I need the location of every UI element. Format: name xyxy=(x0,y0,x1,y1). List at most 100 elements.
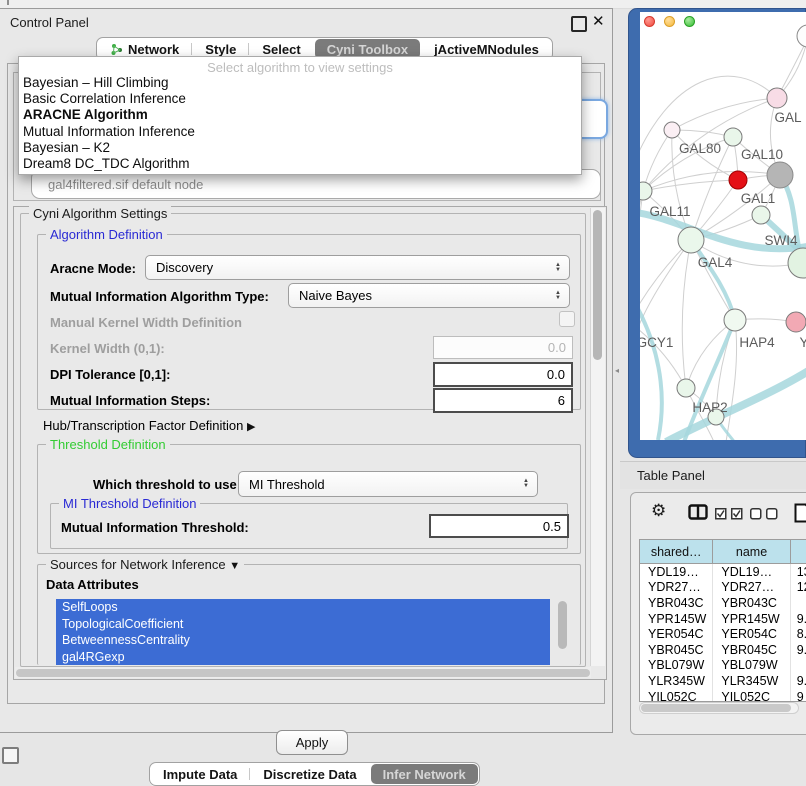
cyni-bottom-tabbar: Impute DataDiscretize DataInfer Network xyxy=(149,762,480,786)
network-node-gal1[interactable] xyxy=(729,171,747,189)
table-cell: 9. xyxy=(791,611,806,627)
tab-infer-network[interactable]: Infer Network xyxy=(371,764,478,784)
scrollbar-thumb[interactable] xyxy=(593,210,602,360)
table-row[interactable]: YER054CYER054C8. xyxy=(640,626,806,642)
algorithm-option[interactable]: Dream8 DC_TDC Algorithm xyxy=(19,156,581,172)
table-row[interactable]: YIL052CYIL052C9 xyxy=(640,689,806,702)
combo-stepper-icon: ▲▼ xyxy=(523,479,529,489)
tab-impute-data[interactable]: Impute Data xyxy=(151,764,249,784)
select-all-checkboxes-icon[interactable] xyxy=(715,507,743,525)
column-header[interactable]: name xyxy=(713,540,790,564)
panel-divider-handle[interactable]: ◂ xyxy=(615,366,620,375)
network-node-swi4[interactable] xyxy=(752,206,770,224)
dpi-tolerance-field[interactable]: 0.0 xyxy=(433,362,573,387)
threshold-definition-title: Threshold Definition xyxy=(46,437,170,452)
column-layout-icon[interactable] xyxy=(688,504,708,525)
table-cell: YPR145W xyxy=(640,611,713,627)
table-row[interactable]: YLR345WYLR345W9. xyxy=(640,673,806,689)
algorithm-option[interactable]: ARACNE Algorithm xyxy=(19,107,581,123)
scrollbar-thumb[interactable] xyxy=(16,669,590,677)
algorithm-option[interactable]: Mutual Information Inference xyxy=(19,124,581,140)
table-horizontal-scrollbar[interactable] xyxy=(639,702,799,714)
hub-definition-expander[interactable]: Hub/Transcription Factor Definition ▶ xyxy=(43,418,255,433)
float-window-icon[interactable] xyxy=(571,16,587,32)
algorithm-definition-title: Algorithm Definition xyxy=(46,227,167,242)
control-panel-title: Control Panel xyxy=(10,15,89,30)
network-node[interactable] xyxy=(767,162,793,188)
gear-icon[interactable]: ⚙ xyxy=(651,501,666,521)
settings-vertical-scrollbar[interactable] xyxy=(590,208,605,666)
node-label: GAL80 xyxy=(679,141,721,156)
column-header[interactable]: A xyxy=(791,540,806,564)
tab-label: Style xyxy=(205,42,236,57)
node-label: GAL10 xyxy=(741,147,783,162)
algorithm-option[interactable]: Bayesian – Hill Climbing xyxy=(19,75,581,91)
table-row[interactable]: YBR043CYBR043C xyxy=(640,595,806,611)
data-attribute-item[interactable]: gal4RGexp xyxy=(56,649,550,666)
minimized-panel-icon[interactable] xyxy=(2,747,19,764)
apply-button[interactable]: Apply xyxy=(276,730,348,755)
node-label: HAP4 xyxy=(739,335,775,350)
network-node-hap4[interactable] xyxy=(724,309,746,331)
network-node-gal[interactable] xyxy=(767,88,787,108)
table-cell xyxy=(791,595,806,611)
network-node-hap2[interactable] xyxy=(677,379,695,397)
network-node-gal80[interactable] xyxy=(664,122,680,138)
network-selector-value: gal4filtered.sif default node xyxy=(48,177,203,192)
network-canvas[interactable]: GALGAL80GAL10GAL1GAL11SWI4GAL4GCY1HAP4YH… xyxy=(640,12,806,440)
mi-threshold-field[interactable]: 0.5 xyxy=(429,514,569,538)
sources-group-title[interactable]: Sources for Network Inference ▼ xyxy=(46,557,244,572)
table-cell: YER054C xyxy=(640,626,713,642)
table-row[interactable]: YBR045CYBR045C9. xyxy=(640,642,806,658)
network-edge xyxy=(682,240,691,388)
mi-type-combobox[interactable]: Naive Bayes ▲▼ xyxy=(288,283,570,308)
algorithm-option[interactable]: Basic Correlation Inference xyxy=(19,91,581,107)
algorithm-option[interactable]: Bayesian – K2 xyxy=(19,140,581,156)
which-threshold-value: MI Threshold xyxy=(249,477,325,492)
network-edge xyxy=(691,240,735,320)
tab-discretize-data[interactable]: Discretize Data xyxy=(251,764,368,784)
cyni-algorithm-settings-group: Cyni Algorithm Settings Algorithm Defini… xyxy=(20,213,586,667)
algorithm-definition-group: Algorithm Definition Aracne Mode: Discov… xyxy=(37,234,581,410)
application-window: { "icons": { "expander_collapsed": "▶", … xyxy=(0,0,806,762)
network-view-window: GALGAL80GAL10GAL1GAL11SWI4GAL4GCY1HAP4YH… xyxy=(628,8,806,458)
settings-scrollpane: Cyni Algorithm Settings Algorithm Defini… xyxy=(13,206,607,680)
aracne-mode-combobox[interactable]: Discovery ▲▼ xyxy=(145,255,570,280)
table-cell: 13 xyxy=(791,564,806,580)
table-row[interactable]: YBL079WYBL079W xyxy=(640,658,806,674)
export-table-icon[interactable] xyxy=(794,503,806,528)
manual-kernel-checkbox[interactable] xyxy=(559,311,575,327)
settings-horizontal-scrollbar[interactable] xyxy=(15,667,591,678)
dropdown-placeholder: Select algorithm to view settings xyxy=(19,57,581,75)
table-row[interactable]: YPR145WYPR145W9. xyxy=(640,611,806,627)
table-cell: YDL19… xyxy=(713,564,790,580)
table-row[interactable]: YDR27…YDR27…12 xyxy=(640,580,806,596)
network-edge xyxy=(672,98,777,130)
data-attribute-item[interactable]: TopologicalCoefficient xyxy=(56,616,550,633)
mi-steps-field[interactable]: 6 xyxy=(433,388,573,413)
which-threshold-label: Which threshold to use: xyxy=(93,477,241,492)
scrollbar-thumb[interactable] xyxy=(641,704,791,712)
collapse-arrow-icon: ▼ xyxy=(229,560,240,572)
data-attribute-item[interactable]: SelfLoops xyxy=(56,599,550,616)
network-node[interactable] xyxy=(788,248,806,278)
table-cell: YBR043C xyxy=(640,595,713,611)
node-table: shared…nameA YDL19…YDL19…13YDR27…YDR27…1… xyxy=(639,539,806,702)
table-cell: 8. xyxy=(791,626,806,642)
table-row[interactable]: YDL19…YDL19…13 xyxy=(640,564,806,580)
mi-threshold-group: MI Threshold Definition Mutual Informati… xyxy=(50,503,568,549)
kernel-width-field[interactable]: 0.0 xyxy=(433,336,573,359)
close-icon[interactable]: ✕ xyxy=(592,12,605,30)
data-attributes-list[interactable]: SelfLoopsTopologicalCoefficientBetweenne… xyxy=(56,599,550,665)
which-threshold-combobox[interactable]: MI Threshold ▲▼ xyxy=(238,471,538,497)
network-node-gal4[interactable] xyxy=(678,227,704,253)
deselect-all-checkboxes-icon[interactable] xyxy=(750,507,778,525)
data-attributes-label: Data Attributes xyxy=(46,577,139,592)
data-attribute-item[interactable]: BetweennessCentrality xyxy=(56,632,550,649)
network-node-y[interactable] xyxy=(786,312,806,332)
column-header[interactable]: shared… xyxy=(640,540,713,564)
network-node-gal10[interactable] xyxy=(724,128,742,146)
attributes-list-scrollbar[interactable] xyxy=(558,601,567,649)
network-node[interactable] xyxy=(797,25,806,47)
table-cell: YDR27… xyxy=(640,580,713,596)
